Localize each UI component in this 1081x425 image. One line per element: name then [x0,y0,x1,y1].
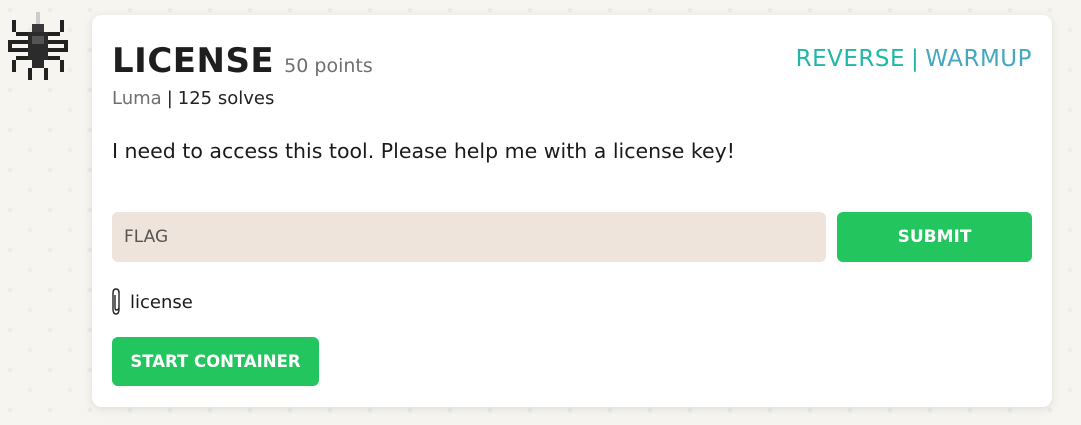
category-tag-reverse[interactable]: REVERSE [796,46,905,72]
solve-count: 125 solves [177,88,275,109]
paperclip-icon [112,288,120,315]
challenge-description: I need to access this tool. Please help … [112,139,736,163]
challenge-title: LICENSE [112,41,275,81]
meta-separator: | [166,88,173,109]
category-tags: REVERSE | WARMUP [796,46,1032,72]
challenge-points: 50 points [284,55,373,77]
challenge-card: LICENSE 50 points REVERSE | WARMUP Luma | 12… [92,15,1052,407]
challenge-author: Luma [112,88,162,109]
attachment-filename[interactable]: license [130,292,193,313]
flag-input[interactable] [112,212,826,262]
pixel-spider-icon [8,12,68,84]
category-tag-warmup[interactable]: WARMUP [925,46,1032,72]
submit-button[interactable]: SUBMIT [837,212,1032,262]
challenge-meta: Luma | 125 solves [112,88,274,109]
category-separator: | [911,46,920,72]
attachment-link[interactable]: license [110,287,193,317]
start-container-button[interactable]: START CONTAINER [112,337,319,386]
challenge-header: LICENSE 50 points [112,41,373,81]
